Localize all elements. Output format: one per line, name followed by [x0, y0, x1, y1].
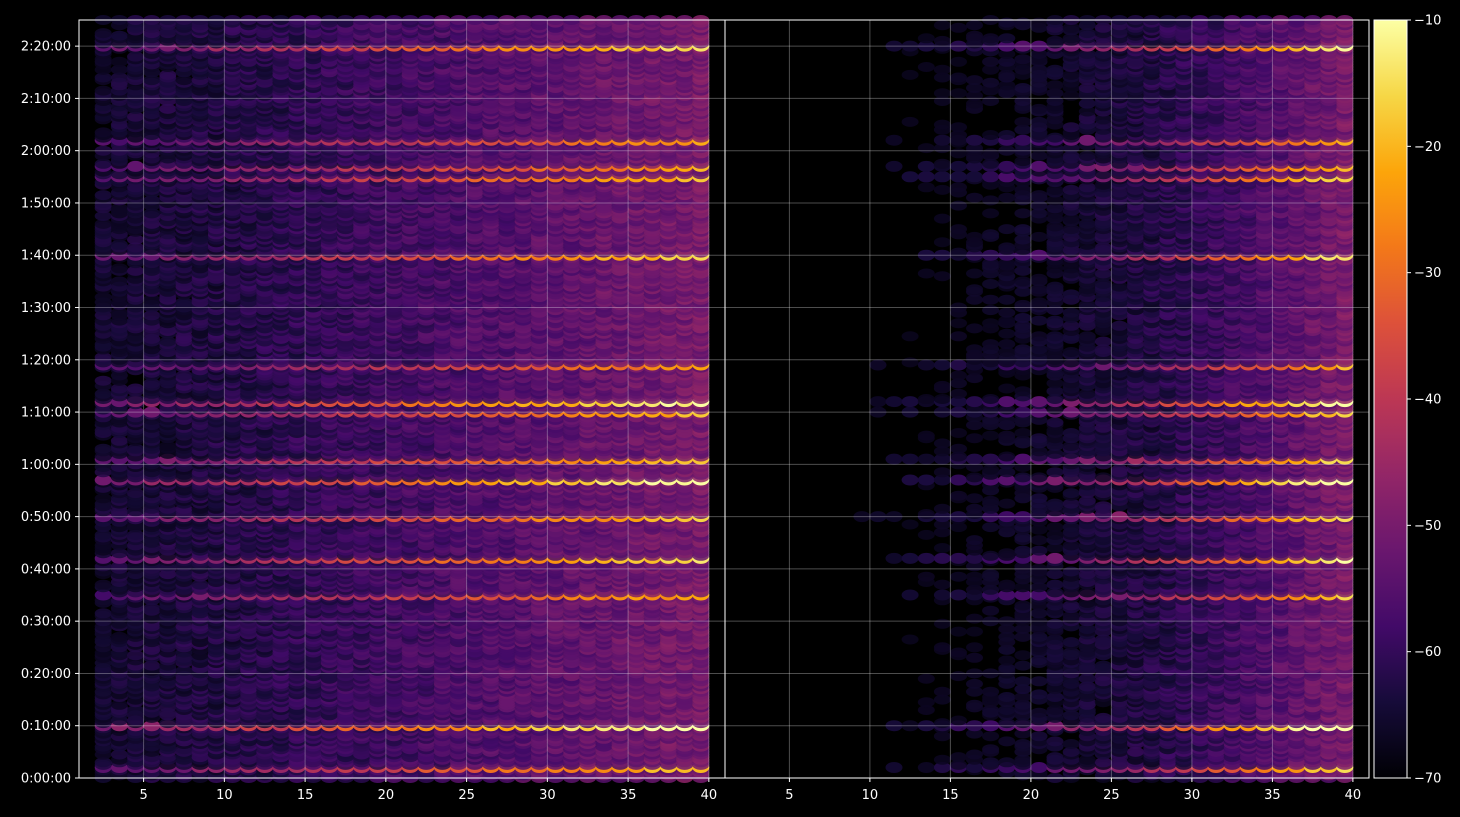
- heatmap-cell: [1062, 739, 1080, 749]
- heatmap-cell: [901, 634, 919, 645]
- heatmap-cell: [1046, 736, 1064, 747]
- heatmap-cell: [982, 569, 1000, 580]
- heatmap-cell: [1014, 600, 1032, 611]
- heatmap-cell: [1030, 689, 1048, 700]
- heatmap-cell: [998, 757, 1016, 768]
- heatmap-cell: [917, 552, 935, 564]
- heatmap-cell: [950, 552, 967, 564]
- heatmap-cell: [885, 762, 903, 773]
- heatmap-cell: [982, 550, 1000, 561]
- heatmap-cell: [933, 686, 951, 697]
- heatmap-cell: [982, 731, 1000, 742]
- heatmap-cell: [1062, 637, 1080, 648]
- heatmap-cell: [885, 552, 903, 564]
- heatmap-cell: [1014, 660, 1032, 671]
- heatmap-cell: [1094, 712, 1112, 723]
- heatmap-cell: [901, 552, 919, 564]
- heatmap-cell: [950, 571, 967, 582]
- heatmap-cell: [966, 613, 983, 624]
- heatmap-cell: [966, 571, 983, 582]
- heatmap-cell: [998, 655, 1016, 666]
- heatmap-cell: [1046, 752, 1064, 763]
- heatmap-cell: [917, 762, 935, 773]
- heatmap-cell: [1014, 739, 1032, 749]
- heatmap-cell: [966, 678, 983, 689]
- heatmap-cell: [110, 631, 128, 642]
- heatmap-cell: [966, 749, 983, 760]
- heatmap-cell: [933, 642, 951, 653]
- heatmap-figure: 0:00:000:10:000:20:000:30:000:40:000:50:…: [0, 0, 1460, 817]
- heatmap-cell: [950, 752, 967, 763]
- heatmap-cell: [933, 754, 951, 765]
- heatmap-cell: [950, 626, 967, 637]
- heatmap-cell: [982, 744, 1000, 755]
- heatmap-cell: [998, 548, 1016, 559]
- heatmap-cell: [1094, 660, 1112, 671]
- heatmap-cell: [1030, 707, 1048, 718]
- heatmap-cell: [982, 686, 1000, 697]
- heatmap-cell: [998, 736, 1016, 747]
- heatmap-cell: [1014, 650, 1032, 661]
- heatmap-cell: [1062, 566, 1080, 577]
- heatmap-cell: [1030, 731, 1048, 742]
- heatmap-cell: [933, 589, 951, 601]
- heatmap-cell: [901, 589, 919, 601]
- heatmap-cell: [1046, 618, 1064, 629]
- heatmap-cell: [94, 608, 112, 619]
- heatmap-cell: [1030, 545, 1048, 556]
- heatmap-cell: [917, 571, 935, 582]
- heatmap-cell: [917, 697, 935, 708]
- heatmap-cell: [1014, 545, 1032, 556]
- heatmap-cell: [998, 579, 1016, 590]
- heatmap-cell: [998, 692, 1016, 702]
- heatmap-cell: [982, 757, 1000, 768]
- heatmap-cell: [966, 642, 983, 653]
- heatmap-cell: [933, 618, 951, 629]
- heatmap-cell: [1046, 552, 1064, 564]
- heatmap-cell: [1030, 676, 1048, 687]
- heatmap-cell: [950, 589, 967, 601]
- heatmap-cell: [933, 543, 951, 553]
- heatmap-cell: [933, 552, 951, 564]
- heatmap-cell: [966, 626, 983, 637]
- heatmap-cell: [1014, 676, 1032, 687]
- heatmap-cell: [933, 579, 951, 590]
- heatmap-cell: [950, 647, 967, 658]
- heatmap-cell: [1046, 579, 1064, 590]
- heatmap-cell: [1030, 762, 1048, 773]
- heatmap-cell: [966, 699, 983, 710]
- heatmap-cell: [966, 652, 983, 663]
- heatmap-cell: [982, 605, 1000, 616]
- heatmap-cell: [933, 718, 951, 729]
- heatmap-cell: [94, 579, 112, 590]
- heatmap-cell: [950, 715, 967, 726]
- heatmap-cell: [917, 673, 935, 684]
- heatmap-cell: [950, 671, 967, 682]
